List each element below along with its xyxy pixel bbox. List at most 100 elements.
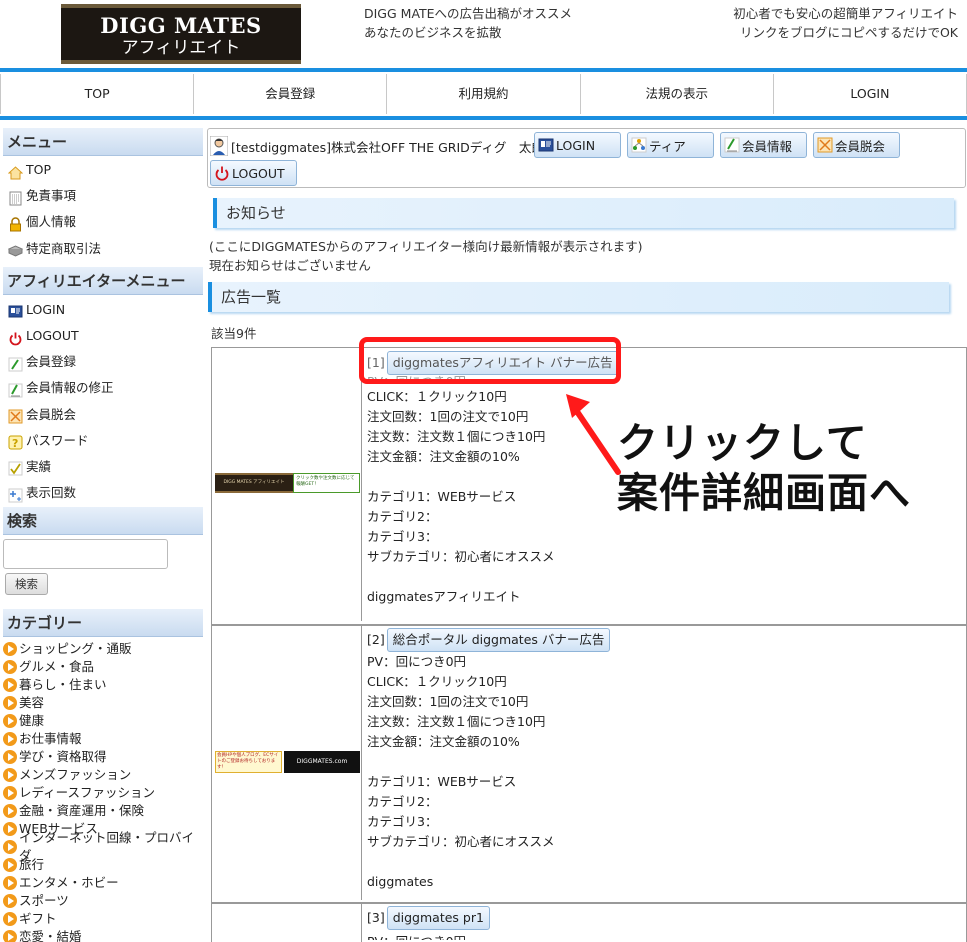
ad-subcategory: サブカテゴリ：初心者にオススメ xyxy=(367,834,555,849)
category-item[interactable]: 恋愛・結婚 xyxy=(3,928,203,942)
sidebar-item-privacy[interactable]: 個人情報 xyxy=(3,209,203,235)
login-icon xyxy=(538,137,554,153)
sidebar-item-label: 会員情報の修正 xyxy=(26,380,114,396)
category-item[interactable]: グルメ・食品 xyxy=(3,658,203,676)
power-icon xyxy=(8,329,23,345)
category-item[interactable]: 金融・資産運用・保険 xyxy=(3,802,203,820)
package-icon xyxy=(7,241,24,257)
callout-highlight-box xyxy=(359,337,621,384)
ad-title-button[interactable]: diggmates pr1 xyxy=(386,906,490,930)
category-label: エンタメ・ホビー xyxy=(19,875,119,891)
ad-banner-cell xyxy=(212,904,362,942)
sidebar-item-label: 会員登録 xyxy=(26,354,77,370)
ad-banner-image[interactable]: 会員HPや個人ブログ、ECサイトのご登録お待ちしております！ DIGGMATES… xyxy=(215,751,360,773)
ad-description: diggmatesアフィリエイト xyxy=(367,589,521,604)
search-input[interactable] xyxy=(3,539,168,570)
ad-number: [3] xyxy=(367,910,385,925)
ad-click: CLICK：１クリック10円 xyxy=(367,674,507,689)
nav-top[interactable]: TOP xyxy=(0,74,193,114)
nav-register[interactable]: 会員登録 xyxy=(193,74,386,114)
withdraw-button-label: 会員脱会 xyxy=(835,138,886,154)
category-item[interactable]: インターネット回線・プロバイダ xyxy=(3,830,203,863)
sparkle-icon xyxy=(8,486,23,503)
sidebar-item-results[interactable]: 実績 xyxy=(3,454,203,480)
category-item[interactable]: 暮らし・住まい xyxy=(3,676,203,694)
nav-login[interactable]: LOGIN xyxy=(772,74,967,114)
logout-button[interactable]: LOGOUT xyxy=(210,160,297,186)
member-info-button[interactable]: 会員情報 xyxy=(720,132,807,158)
category-label: メンズファッション xyxy=(19,767,132,783)
check-chart-icon xyxy=(8,459,23,476)
nav-terms[interactable]: 利用規約 xyxy=(386,74,579,114)
sidebar-item-label: 会員脱会 xyxy=(26,406,77,422)
nav-divider-bottom xyxy=(0,116,967,120)
edit-icon xyxy=(8,381,23,398)
sidebar-item-logout[interactable]: LOGOUT xyxy=(3,323,203,349)
category-label: ショッピング・通販 xyxy=(19,641,132,657)
category-item[interactable]: メンズファッション xyxy=(3,766,203,784)
sidebar-item-disclaimer[interactable]: 免責事項 xyxy=(3,183,203,209)
table-row: 会員HPや個人ブログ、ECサイトのご登録お待ちしております！ DIGGMATES… xyxy=(212,624,966,900)
sidebar-item-top[interactable]: TOP xyxy=(3,157,203,183)
sidebar-item-edit-info[interactable]: 会員情報の修正 xyxy=(3,375,203,401)
site-header: DIGG MATES アフィリエイト DIGG MATEへの広告出稿がオススメ … xyxy=(0,0,967,68)
category-item[interactable]: ショッピング・通販 xyxy=(3,640,203,658)
category-label: レディースファッション xyxy=(19,785,156,801)
nav-legal[interactable]: 法規の表示 xyxy=(579,74,773,114)
ad-title-button[interactable]: 総合ポータル diggmates バナー広告 xyxy=(386,628,611,652)
banner-right-part: クリック数や注文数に応じて報酬GET！ xyxy=(293,473,360,493)
withdraw-button[interactable]: 会員脱会 xyxy=(813,132,900,158)
category-list: ショッピング・通販 グルメ・食品 暮らし・住まい 美容 健康 お仕事情報 学び・資格取得 メン… xyxy=(3,640,203,942)
category-label: ギフト xyxy=(19,911,57,927)
sidebar-item-label: LOGOUT xyxy=(26,328,79,344)
category-label: 恋愛・結婚 xyxy=(19,929,82,942)
sidebar-item-register[interactable]: 会員登録 xyxy=(3,349,203,375)
sidebar-item-label: 特定商取引法 xyxy=(26,240,102,256)
ad-banner-image[interactable]: DIGG MATES アフィリエイト クリック数や注文数に応じて報酬GET！ xyxy=(215,473,360,493)
category-item[interactable]: スポーツ xyxy=(3,892,203,910)
ad-details: [2] 総合ポータル diggmates バナー広告 PV：回につき0円 CLI… xyxy=(367,628,611,892)
pen-icon xyxy=(8,355,23,372)
sidebar-item-label: 免責事項 xyxy=(26,188,77,204)
header-right-line2: リンクをブログにコピペするだけでOK xyxy=(739,25,958,40)
arrow-right-icon xyxy=(3,642,17,657)
question-icon: ? xyxy=(8,433,23,450)
header-mid-line2: あなたのビジネスを拡散 xyxy=(364,25,502,40)
header-right-line1: 初心者でも安心の超簡単アフィリエイト xyxy=(733,6,958,21)
ads-count: 該当9件 xyxy=(211,326,257,341)
arrow-right-icon xyxy=(3,876,17,891)
power-icon xyxy=(214,165,230,181)
sidebar-item-impressions[interactable]: 表示回数 xyxy=(3,480,203,506)
arrow-right-icon xyxy=(3,660,17,675)
banner-left-text: DIGG MATES アフィリエイト xyxy=(223,480,285,485)
ad-pv: PV：回につき0円 xyxy=(367,654,467,669)
tier-button[interactable]: ティア xyxy=(627,132,714,158)
cross-box-icon xyxy=(8,407,23,424)
ad-banner-cell: DIGG MATES アフィリエイト クリック数や注文数に応じて報酬GET！ xyxy=(212,347,362,621)
category-item[interactable]: お仕事情報 xyxy=(3,730,203,748)
ad-details: [3] diggmates pr1 PV：回につき0円 xyxy=(367,906,490,940)
banner-left-part: 会員HPや個人ブログ、ECサイトのご登録お待ちしております！ xyxy=(215,751,283,773)
ad-qty: 注文数：注文数１個につき10円 xyxy=(367,714,546,729)
category-item[interactable]: レディースファッション xyxy=(3,784,203,802)
search-button[interactable]: 検索 xyxy=(5,573,48,596)
ad-pv: PV：回につき0円 xyxy=(367,932,490,940)
category-item[interactable]: 健康 xyxy=(3,712,203,730)
arrow-right-icon xyxy=(3,768,17,783)
sidebar-item-withdraw[interactable]: 会員脱会 xyxy=(3,402,203,428)
login-button[interactable]: LOGIN xyxy=(534,132,621,158)
sidebar-item-label: 表示回数 xyxy=(26,485,77,501)
category-item[interactable]: ギフト xyxy=(3,910,203,928)
sidebar-item-password[interactable]: ? パスワード xyxy=(3,428,203,454)
sidebar: メニュー TOP 免責事項 個人情報 特定商取引法 アフィリエイターメニュー L… xyxy=(3,128,203,942)
main-nav: TOP 会員登録 利用規約 法規の表示 LOGIN xyxy=(0,72,967,116)
category-item[interactable]: エンタメ・ホビー xyxy=(3,874,203,892)
category-item[interactable]: 学び・資格取得 xyxy=(3,748,203,766)
site-logo[interactable]: DIGG MATES アフィリエイト xyxy=(61,4,301,64)
category-item[interactable]: 美容 xyxy=(3,694,203,712)
sidebar-item-label: TOP xyxy=(26,162,52,178)
sidebar-item-commerce-law[interactable]: 特定商取引法 xyxy=(3,236,203,262)
callout-line2: 案件詳細画面へ xyxy=(617,469,911,517)
callout-text: クリックして 案件詳細画面へ xyxy=(617,418,911,518)
sidebar-item-login[interactable]: LOGIN xyxy=(3,297,203,323)
